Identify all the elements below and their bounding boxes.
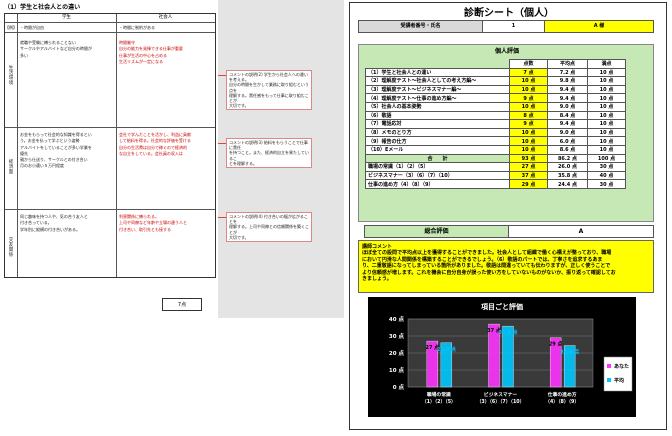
subtotal-row: 仕事の進め方（4）（8）（9） 29 点 24.4 点 30 点 <box>365 179 626 189</box>
legend-label: あなた <box>614 363 629 370</box>
chart-title: 項目ごと評価 <box>481 302 523 311</box>
table-row: （4）理解度テスト～仕事の進め方編～ 9 点 9.4 点 10 点 <box>365 93 626 103</box>
category-chart-panel: 項目ごと評価 0 点 10 点 20 点 30 点 40 点 27 点 26.0 点職場の常識… <box>368 297 636 417</box>
individual-evaluation: 個人評価 点数 平均点 満点 （1）学生と社会人との違い 7 点 7.2 点 10 点… <box>358 44 654 222</box>
bar-value-label: 29 点 <box>549 341 563 348</box>
table-row: （9）報告の仕方 10 点 6.0 点 10 点 <box>365 136 626 146</box>
y-tick-label: 30 点 <box>389 332 405 340</box>
y-tick-label: 20 点 <box>389 349 405 357</box>
table-row: （1）学生と社会人との違い 7 点 7.2 点 10 点 <box>365 67 626 78</box>
column-header-student: 学生 <box>62 15 71 20</box>
x-tick-label: （4）（8）（9） <box>545 399 579 405</box>
participant-number: 1 <box>483 21 545 32</box>
table-row: （6）敬語 8 点 8.4 点 10 点 <box>365 110 626 121</box>
participant-id-row: 受講者番号・氏名 1 A 様 <box>358 20 654 33</box>
instructor-comment-body: ほぼ全ての設問で平均点以上を獲得することができました。社会人として組織で働く心構… <box>362 250 616 283</box>
participant-id-label: 受講者番号・氏名 <box>359 21 483 32</box>
x-tick-label: ビジネスマナー <box>484 391 518 398</box>
evaluation-heading: 個人評価 <box>494 48 519 55</box>
sec3-worker-text: 利害関係に縛られる。 上司や同僚など年齢や立場の違う人と 付き合い、取引先とも接… <box>119 214 187 232</box>
x-tick-label: 職場の常識 <box>427 391 451 398</box>
review-comment-2[interactable]: コメントの説明(3) 給料をもらうことで仕事に責任 を持つこと。また、経済的自立… <box>226 138 312 169</box>
participant-name: A 様 <box>545 21 653 32</box>
sec2-student-text: お金をもらって社会的な知識を得るとい う。お金を払って学ぶという姿勢 アルバイト… <box>20 132 92 169</box>
example-worker: ・時間に制約がある <box>119 25 155 30</box>
score-table: 点数 平均点 満点 （1）学生と社会人との違い 7 点 7.2 点 10 点 （2）理… <box>365 59 626 189</box>
sec3-student-text: 同じ趣味を持つ人や、気の合う友人と 付き合っている。 学年別に縦横の付き合いがあ… <box>20 214 88 232</box>
category-bar-chart: 項目ごと評価0 点10 点20 点30 点40 点27 点26.0 点職場の常識… <box>389 302 633 405</box>
x-tick-label: （1）（2）（5） <box>422 399 456 405</box>
y-tick-label: 0 点 <box>393 383 405 391</box>
overall-evaluation-row: 総合評価 A <box>364 225 654 238</box>
section-label-friendship: 交友関係 <box>8 238 14 258</box>
legend-label: 平均 <box>614 377 624 384</box>
sheet-title: 診断シート（個人） <box>464 8 554 19</box>
total-row: 合 計 93 点 86.2 点 100 点 <box>365 153 626 164</box>
diagnosis-sheet: 診断シート（個人） 受講者番号・氏名 1 A 様 個人評価 点数 平均点 満点 … <box>349 2 667 430</box>
sec2-worker-text: 会社で学んだことを活かし、利益に貢献 して給料を得る。社会的な評価を受ける 自分… <box>119 132 191 156</box>
table-row: （8）メモのとり方 10 点 9.0 点 10 点 <box>365 127 626 138</box>
y-tick-label: 10 点 <box>389 366 405 374</box>
col-header-average: 平均点 <box>547 59 588 69</box>
comment-connector <box>218 217 226 218</box>
table-row: （10）Eメール 10 点 8.6 点 10 点 <box>365 144 626 155</box>
example-student: ・時間が自由 <box>20 25 44 30</box>
overall-evaluation-label: 総合評価 <box>364 225 509 238</box>
legend-box <box>603 356 633 392</box>
comment-connector <box>218 143 226 144</box>
column-header-worker: 社会人 <box>158 15 173 20</box>
sec1-student-text: 就職や受験に縛られることない サークルやアルバイトなど自分の時間が 多い <box>20 40 92 58</box>
table-row: （3）理解度テスト～ビジネスマナー編～ 10 点 9.4 点 10 点 <box>365 84 626 95</box>
score-table-header: 点数 平均点 満点 <box>365 59 626 69</box>
review-comment-pane: コメントの説明(2) 学生から社会人への違いを考える。 自分の時間を生かして業務… <box>218 0 344 318</box>
comment-connector <box>218 75 226 76</box>
review-comment-1[interactable]: コメントの説明(2) 学生から社会人への違いを考える。 自分の時間を生かして業務… <box>226 70 312 111</box>
sec1-worker-text: 時間厳守 自分の能力を発揮できる仕事が重要 仕事が生活の中心を占める 生活リズム… <box>119 40 183 64</box>
section-label-economy: 経済面 <box>8 160 14 175</box>
instructor-comment: 講師コメント ほぼ全ての設問で平均点以上を獲得することができました。社会人として… <box>358 240 654 293</box>
worksheet-page: （1）学生と社会人との違い 学生 社会人 【例】 ・時間が自由 ・時間に制約があ… <box>0 0 218 318</box>
example-row-label: 【例】 <box>5 25 17 30</box>
review-comment-3[interactable]: コメントの説明(4) 付き合いの幅が広がることを 理解する。上司や同僚との信頼関… <box>226 212 312 243</box>
bar-value-label: 35.8 点 <box>498 329 517 336</box>
table-row: （2）理解度テスト～社会人としての考え方編～ 10 点 9.8 点 10 点 <box>365 76 626 86</box>
legend-swatch <box>607 364 611 368</box>
worksheet-table: 学生 社会人 【例】 ・時間が自由 ・時間に制約がある 生活環境 経済面 交友関… <box>4 13 216 278</box>
section-label-life: 生活環境 <box>8 66 14 86</box>
subtotal-row: 職場の常識（1）（2）（5） 27 点 26.0 点 30 点 <box>365 162 626 172</box>
x-tick-label: （3）（6）（7）（10） <box>477 399 525 405</box>
legend-swatch <box>607 378 611 382</box>
table-row: （5）社会人の基本姿勢 10 点 9.0 点 10 点 <box>365 101 626 112</box>
table-row: （7）電話応対 9 点 9.4 点 10 点 <box>365 119 626 129</box>
worksheet-title: （1）学生と社会人との違い <box>4 4 81 11</box>
col-header-max: 満点 <box>587 59 626 69</box>
subtotal-row: ビジネスマナー（3）（6）（7）（10） 37 点 35.8 点 40 点 <box>365 170 626 181</box>
y-tick-label: 40 点 <box>389 315 405 323</box>
x-tick-label: 仕事の進め方 <box>547 391 577 398</box>
bar-value-label: 24.4 点 <box>560 349 579 356</box>
overall-evaluation-value: A <box>509 225 654 238</box>
section-score-box: 7点 <box>162 298 202 311</box>
instructor-comment-title: 講師コメント <box>362 244 393 250</box>
bar-value-label: 26.0 点 <box>437 346 456 353</box>
col-header-score: 点数 <box>509 59 548 69</box>
